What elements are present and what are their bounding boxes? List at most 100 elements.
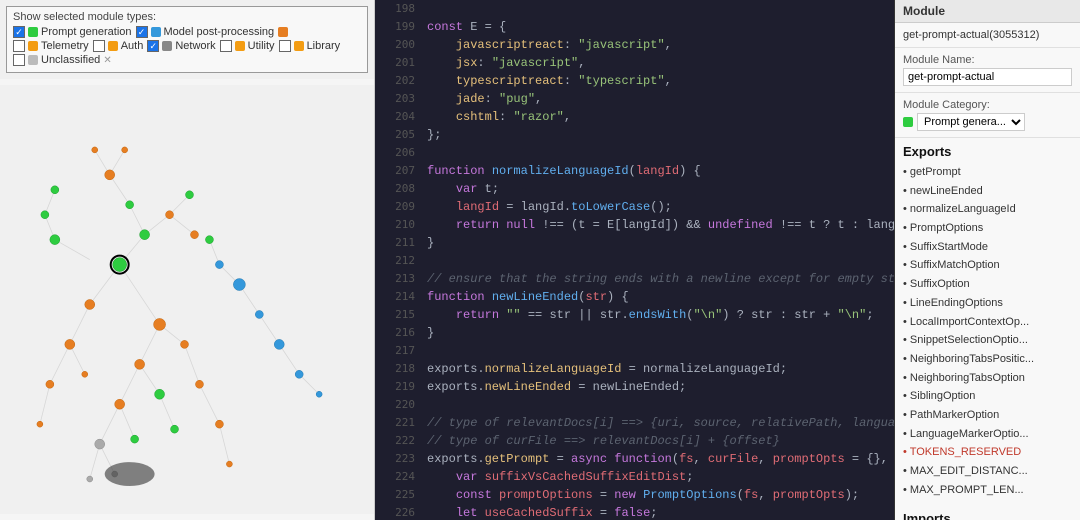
export-newLineEnded: newLineEnded xyxy=(903,182,1072,201)
export-LineEndingOptions: LineEndingOptions xyxy=(903,294,1072,313)
export-normalizeLanguageId: normalizeLanguageId xyxy=(903,200,1072,219)
module-id-value: get-prompt-actual(3055312) xyxy=(903,29,1072,41)
export-PromptOptions: PromptOptions xyxy=(903,219,1072,238)
code-line-202: 202 typescriptreact: "typescript", xyxy=(375,72,894,90)
legend-box: Show selected module types: ✓ Prompt gen… xyxy=(6,6,368,73)
export-NeighboringTabsOption: NeighboringTabsOption xyxy=(903,369,1072,388)
label-auth: Auth xyxy=(121,40,144,52)
export-SuffixStartMode: SuffixStartMode xyxy=(903,238,1072,257)
export-TOKENS-RESERVED: TOKENS_RESERVED xyxy=(903,443,1072,462)
module-name-input[interactable] xyxy=(903,68,1072,86)
export-LocalImportContextOp: LocalImportContextOp... xyxy=(903,313,1072,332)
code-line-215: 215 return "" == str || str.endsWith("\n… xyxy=(375,306,894,324)
code-line-221: 221 // type of relevantDocs[i] ==> {uri,… xyxy=(375,414,894,432)
export-SuffixOption: SuffixOption xyxy=(903,275,1072,294)
export-getPrompt: getPrompt xyxy=(903,163,1072,182)
checkbox-model-post[interactable]: ✓ xyxy=(136,26,148,38)
legend-title: Show selected module types: xyxy=(13,11,361,23)
code-line-200: 200 javascriptreact: "javascript", xyxy=(375,36,894,54)
exports-list: getPrompt newLineEnded normalizeLanguage… xyxy=(895,163,1080,505)
dot-network xyxy=(162,41,172,51)
legend-row-1: ✓ Prompt generation ✓ Model post-process… xyxy=(13,26,361,38)
code-line-222: 222 // type of curFile ==> relevantDocs[… xyxy=(375,432,894,450)
code-line-226: 226 let useCachedSuffix = false; xyxy=(375,504,894,520)
left-graph-panel: Show selected module types: ✓ Prompt gen… xyxy=(0,0,375,520)
code-line-206: 206 xyxy=(375,144,894,162)
checkbox-auth[interactable] xyxy=(93,40,105,52)
code-line-218: 218 exports.normalizeLanguageId = normal… xyxy=(375,360,894,378)
export-PathMarkerOption: PathMarkerOption xyxy=(903,406,1072,425)
graph-svg xyxy=(0,79,374,520)
export-SiblingOption: SiblingOption xyxy=(903,387,1072,406)
checkbox-prompt-gen[interactable]: ✓ xyxy=(13,26,25,38)
code-line-213: 213 // ensure that the string ends with … xyxy=(375,270,894,288)
code-line-198: 198 xyxy=(375,0,894,18)
code-line-210: 210 return null !== (t = E[langId]) && u… xyxy=(375,216,894,234)
label-utility: Utility xyxy=(248,40,275,52)
checkbox-telemetry[interactable] xyxy=(13,40,25,52)
legend-item-unclassified: Unclassified ✕ xyxy=(13,54,112,66)
label-library: Library xyxy=(307,40,341,52)
code-line-214: 214 function newLineEnded(str) { xyxy=(375,288,894,306)
exports-title: Exports xyxy=(895,138,1080,163)
code-line-225: 225 const promptOptions = new PromptOpti… xyxy=(375,486,894,504)
category-row: Prompt genera... xyxy=(903,113,1072,131)
code-line-219: 219 exports.newLineEnded = newLineEnded; xyxy=(375,378,894,396)
code-line-212: 212 xyxy=(375,252,894,270)
dot-library xyxy=(294,41,304,51)
legend-item-library: Library xyxy=(279,40,341,52)
code-line-224: 224 var suffixVsCachedSuffixEditDist; xyxy=(375,468,894,486)
module-name-label: Module Name: xyxy=(903,54,1072,66)
code-line-207: 207 function normalizeLanguageId(langId)… xyxy=(375,162,894,180)
graph-canvas[interactable] xyxy=(0,79,374,520)
dot-auth xyxy=(108,41,118,51)
code-line-209: 209 langId = langId.toLowerCase(); xyxy=(375,198,894,216)
legend-row-3: Unclassified ✕ xyxy=(13,54,361,66)
module-header: Module xyxy=(895,0,1080,23)
module-name-section: Module Name: xyxy=(895,48,1080,93)
label-prompt-gen: Prompt generation xyxy=(41,26,132,38)
code-line-204: 204 cshtml: "razor", xyxy=(375,108,894,126)
dot-telemetry xyxy=(28,41,38,51)
code-line-199: 199 const E = { xyxy=(375,18,894,36)
legend-item-telemetry: Telemetry xyxy=(13,40,89,52)
code-line-223: 223 exports.getPrompt = async function(f… xyxy=(375,450,894,468)
right-module-panel: Module get-prompt-actual(3055312) Module… xyxy=(895,0,1080,520)
legend-item-utility: Utility xyxy=(220,40,275,52)
export-SuffixMatchOption: SuffixMatchOption xyxy=(903,256,1072,275)
legend-row-2: Telemetry Auth ✓ Network Utility Library xyxy=(13,40,361,52)
checkbox-network[interactable]: ✓ xyxy=(147,40,159,52)
dot-orange xyxy=(278,27,288,37)
code-line-201: 201 jsx: "javascript", xyxy=(375,54,894,72)
legend-item-orange-sq xyxy=(278,27,288,37)
code-line-205: 205 }; xyxy=(375,126,894,144)
label-unclassified: Unclassified xyxy=(41,54,100,66)
category-select[interactable]: Prompt genera... xyxy=(917,113,1025,131)
export-MAX-PROMPT-LEN: MAX_PROMPT_LEN... xyxy=(903,481,1072,500)
checkbox-unclassified[interactable] xyxy=(13,54,25,66)
legend-item-auth: Auth xyxy=(93,40,144,52)
label-model-post: Model post-processing xyxy=(164,26,275,38)
code-panel[interactable]: 198 199 const E = { 200 javascriptreact:… xyxy=(375,0,895,520)
legend-item-prompt-gen: ✓ Prompt generation xyxy=(13,26,132,38)
code-line-220: 220 xyxy=(375,396,894,414)
module-category-label: Module Category: xyxy=(903,99,1072,111)
checkbox-library[interactable] xyxy=(279,40,291,52)
checkbox-utility[interactable] xyxy=(220,40,232,52)
dot-prompt-gen xyxy=(28,27,38,37)
dot-model-post xyxy=(151,27,161,37)
legend-item-network: ✓ Network xyxy=(147,40,215,52)
code-line-211: 211 } xyxy=(375,234,894,252)
category-dot xyxy=(903,117,913,127)
dot-utility xyxy=(235,41,245,51)
code-line-203: 203 jade: "pug", xyxy=(375,90,894,108)
imports-title: Imports xyxy=(895,505,1080,520)
code-line-216: 216 } xyxy=(375,324,894,342)
dot-unclassified xyxy=(28,55,38,65)
label-telemetry: Telemetry xyxy=(41,40,89,52)
module-id-section: get-prompt-actual(3055312) xyxy=(895,23,1080,48)
code-line-217: 217 xyxy=(375,342,894,360)
code-line-208: 208 var t; xyxy=(375,180,894,198)
export-NeighboringTabsPositic: NeighboringTabsPositic... xyxy=(903,350,1072,369)
export-MAX-EDIT-DISTANCE: MAX_EDIT_DISTANC... xyxy=(903,462,1072,481)
